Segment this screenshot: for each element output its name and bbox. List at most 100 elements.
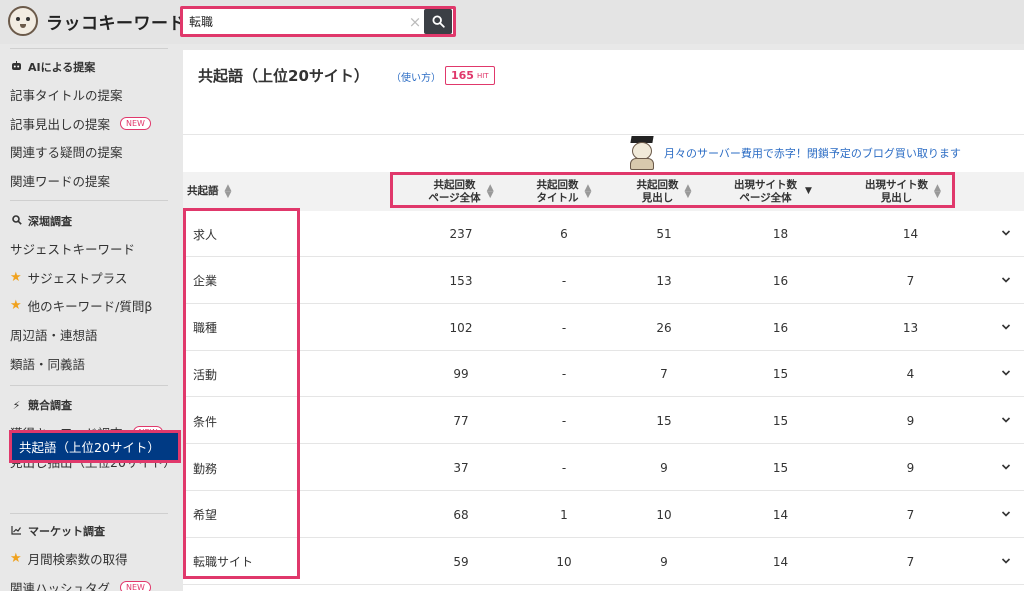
main-panel: 共起語（上位20サイト） （使い方） 165 HIT 月々のサーバー費用で赤字！閉…: [183, 50, 1024, 591]
logo[interactable]: ラッコキーワード: [8, 6, 186, 36]
chevron-down-icon[interactable]: [1000, 555, 1012, 567]
otter-graduate-icon: [628, 136, 656, 170]
section-market: マーケット調査: [10, 523, 105, 539]
sidebar-item-label: サジェストキーワード: [10, 241, 136, 257]
cell-title: -: [561, 461, 567, 475]
howto-link[interactable]: （使い方）: [391, 69, 441, 84]
cell-site-page: 15: [772, 414, 789, 429]
cell-title: 10: [556, 554, 572, 569]
chevron-down-icon[interactable]: [1000, 274, 1012, 286]
sidebar-item-synonyms[interactable]: 類語・同義語: [10, 353, 85, 373]
table-row[interactable]: 希望 68 1 10 14 7: [183, 492, 1024, 538]
cell-title: -: [561, 320, 567, 335]
sidebar-item-label: 関連する疑問の提案: [10, 144, 123, 160]
cell-page: 237: [449, 227, 473, 241]
cell-title: -: [561, 273, 567, 288]
sidebar-item-associations[interactable]: 周辺語・連想語: [10, 324, 98, 344]
sidebar-item-related-questions[interactable]: 関連する疑問の提案: [10, 141, 123, 161]
sidebar-divider: [10, 385, 168, 386]
cell-title: 6: [560, 227, 568, 241]
cell-title: -: [561, 414, 567, 429]
chevron-down-icon[interactable]: [1000, 367, 1012, 379]
hit-count-badge: 165 HIT: [445, 66, 495, 85]
section-label: AIによる提案: [28, 61, 96, 74]
table-row[interactable]: 転職サイト 59 10 9 14 7: [183, 539, 1024, 585]
promo-banner[interactable]: 月々のサーバー費用で赤字！閉鎖予定のブログ買い取ります: [628, 134, 961, 172]
top-bar: ラッコキーワード ×: [0, 0, 1024, 44]
table-row[interactable]: 企業 153-13 16 7: [183, 258, 1024, 304]
brand-name: ラッコキーワード: [46, 13, 186, 34]
sidebar-item-article-title[interactable]: 記事タイトルの提案: [10, 84, 123, 104]
cell-site-page: 14: [772, 554, 789, 569]
table-row[interactable]: 求人 237 6 51 18 14: [183, 211, 1024, 257]
chevron-down-icon[interactable]: [1000, 508, 1012, 520]
sidebar-item-suggest-plus[interactable]: ★ サジェストプラス: [10, 267, 127, 287]
chevron-down-icon[interactable]: [1000, 321, 1012, 333]
promo-link[interactable]: 月々のサーバー費用で赤字！閉鎖予定のブログ買い取ります: [664, 145, 961, 161]
sidebar-item-related-words[interactable]: 関連ワードの提案: [10, 170, 110, 190]
table-row[interactable]: 勤務 37-9 15 9: [183, 445, 1024, 491]
cell-site-heading: 9: [906, 414, 915, 429]
section-competitor: ⚡ 競合調査: [10, 397, 72, 413]
sidebar: AIによる提案 記事タイトルの提案 記事見出しの提案 NEW 関連する疑問の提案 …: [0, 44, 180, 591]
section-ai: AIによる提案: [10, 59, 95, 75]
chart-icon: [10, 525, 23, 538]
cell-site-page: 16: [772, 273, 789, 288]
otter-logo-icon: [8, 6, 38, 36]
hit-count: 165: [451, 69, 474, 82]
cell-heading: 26: [656, 320, 672, 335]
cell-site-heading: 7: [906, 507, 915, 522]
chevron-down-icon[interactable]: [1000, 227, 1012, 239]
section-deep-research: 深堀調査: [10, 213, 72, 229]
cell-site-heading: 13: [902, 320, 919, 335]
sidebar-item-cooccurrence-active[interactable]: 共起語（上位20サイト）: [9, 430, 181, 463]
section-label: マーケット調査: [28, 525, 105, 538]
sidebar-item-monthly-search[interactable]: ★ 月間検索数の取得: [10, 548, 128, 568]
chevron-down-icon[interactable]: [1000, 461, 1012, 473]
cell-site-page: 16: [772, 320, 789, 335]
cell-heading: 51: [656, 227, 672, 241]
cell-site-heading: 4: [906, 367, 915, 382]
sidebar-item-label: 共起語（上位20サイト）: [19, 440, 160, 455]
header-word[interactable]: 共起語 ▲ ▼: [187, 172, 307, 211]
cell-title: -: [561, 367, 567, 382]
highlight-metric-columns: [390, 172, 955, 208]
sidebar-item-label: 月間検索数の取得: [27, 551, 128, 567]
section-label: 競合調査: [28, 399, 72, 412]
sort-icon: ▲ ▼: [224, 182, 232, 200]
sidebar-item-suggest[interactable]: サジェストキーワード: [10, 238, 135, 258]
clear-icon[interactable]: ×: [406, 13, 424, 31]
sidebar-item-label: 関連ワードの提案: [10, 173, 111, 189]
star-icon: ★: [10, 269, 22, 285]
cell-title: 1: [560, 507, 568, 522]
section-label: 深堀調査: [28, 215, 72, 228]
cell-page: 102: [449, 320, 473, 335]
cell-site-heading: 7: [906, 273, 915, 288]
sidebar-item-label: 他のキーワード/質問β: [27, 298, 153, 314]
sidebar-item-label: 記事タイトルの提案: [10, 87, 123, 103]
page-title: 共起語（上位20サイト）: [198, 67, 369, 85]
hit-unit: HIT: [476, 71, 489, 80]
new-badge: NEW: [120, 116, 151, 130]
cell-site-page: 15: [772, 367, 789, 382]
cell-heading: 7: [660, 367, 668, 382]
sidebar-item-other-keywords[interactable]: ★ 他のキーワード/質問β: [10, 295, 152, 315]
cell-site-page: 15: [772, 461, 789, 475]
table-row[interactable]: 活動 99-7 15 4: [183, 351, 1024, 398]
table-row[interactable]: 条件 77-15 15 9: [183, 398, 1024, 445]
chevron-down-icon[interactable]: [1000, 414, 1012, 426]
table-row[interactable]: 職種 102-26 16 13: [183, 305, 1024, 351]
sidebar-item-label: 周辺語・連想語: [10, 327, 98, 343]
search-button[interactable]: [424, 9, 452, 34]
sidebar-item-article-heading[interactable]: 記事見出しの提案 NEW: [10, 113, 151, 133]
search-icon: [10, 214, 23, 228]
new-badge: NEW: [120, 580, 151, 591]
cell-page: 68: [453, 507, 469, 522]
highlight-word-column: [183, 208, 300, 579]
search-input[interactable]: [183, 9, 406, 34]
sidebar-item-hashtags[interactable]: 関連ハッシュタグ NEW: [10, 577, 151, 591]
search-box: ×: [180, 6, 456, 37]
cell-page: 99: [453, 367, 469, 382]
bolt-icon: ⚡: [12, 398, 21, 412]
cell-page: 77: [453, 414, 469, 429]
